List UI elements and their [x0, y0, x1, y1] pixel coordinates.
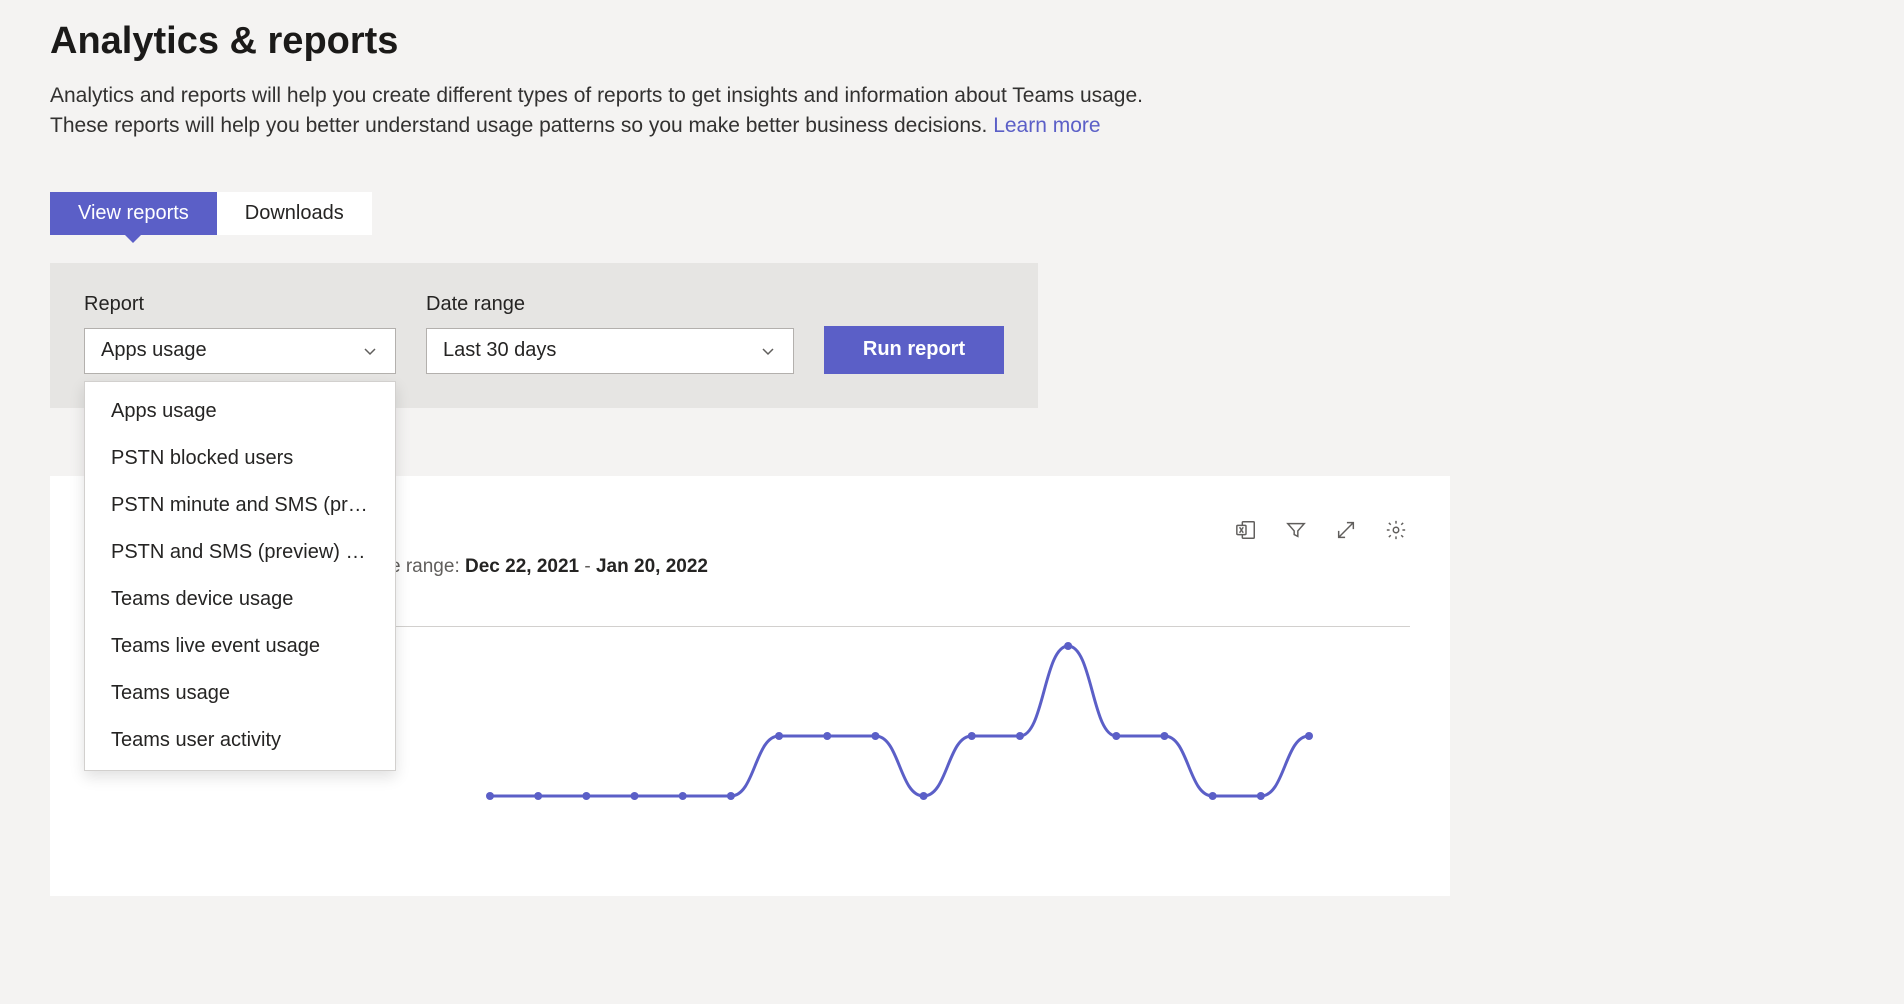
report-meta: e range: Dec 22, 2021 - Jan 20, 2022: [390, 556, 1410, 578]
expand-icon[interactable]: [1334, 518, 1358, 542]
report-option-pstn-minute-sms[interactable]: PSTN minute and SMS (pre...: [85, 482, 395, 529]
filter-icon[interactable]: [1284, 518, 1308, 542]
report-option-teams-user-activity[interactable]: Teams user activity: [85, 717, 395, 764]
report-select[interactable]: Apps usage: [84, 328, 396, 374]
report-label: Report: [84, 293, 396, 316]
report-option-teams-usage[interactable]: Teams usage: [85, 670, 395, 717]
tabs: View reports Downloads: [50, 192, 1854, 235]
daterange-select[interactable]: Last 30 days: [426, 328, 794, 374]
page-description: Analytics and reports will help you crea…: [50, 81, 1180, 142]
page-description-text: Analytics and reports will help you crea…: [50, 84, 1143, 137]
report-option-teams-device-usage[interactable]: Teams device usage: [85, 576, 395, 623]
run-report-button[interactable]: Run report: [824, 326, 1004, 374]
filter-panel: Report Apps usage Date range Last 30 day…: [50, 263, 1038, 408]
report-option-teams-live-event-usage[interactable]: Teams live event usage: [85, 623, 395, 670]
chevron-down-icon: [759, 342, 777, 360]
gear-icon[interactable]: [1384, 518, 1408, 542]
daterange-label: Date range: [426, 293, 794, 316]
page-title: Analytics & reports: [50, 20, 1854, 63]
meta-date-start: Dec 22, 2021: [465, 556, 579, 577]
card-toolbar: [1234, 518, 1408, 542]
learn-more-link[interactable]: Learn more: [993, 114, 1100, 137]
report-option-apps-usage[interactable]: Apps usage: [85, 388, 395, 435]
daterange-select-value: Last 30 days: [443, 339, 556, 362]
export-excel-icon[interactable]: [1234, 518, 1258, 542]
meta-prefix: e range:: [390, 556, 465, 577]
report-field: Report Apps usage: [84, 293, 396, 374]
report-option-pstn-blocked-users[interactable]: PSTN blocked users: [85, 435, 395, 482]
daterange-field: Date range Last 30 days: [426, 293, 794, 374]
chevron-down-icon: [361, 342, 379, 360]
meta-date-sep: -: [579, 556, 596, 577]
meta-date-end: Jan 20, 2022: [596, 556, 708, 577]
tab-view-reports[interactable]: View reports: [50, 192, 217, 235]
report-select-value: Apps usage: [101, 339, 207, 362]
report-dropdown: Apps usage PSTN blocked users PSTN minut…: [84, 381, 396, 771]
report-option-pstn-sms-usage[interactable]: PSTN and SMS (preview) u...: [85, 529, 395, 576]
tab-downloads[interactable]: Downloads: [217, 192, 372, 235]
